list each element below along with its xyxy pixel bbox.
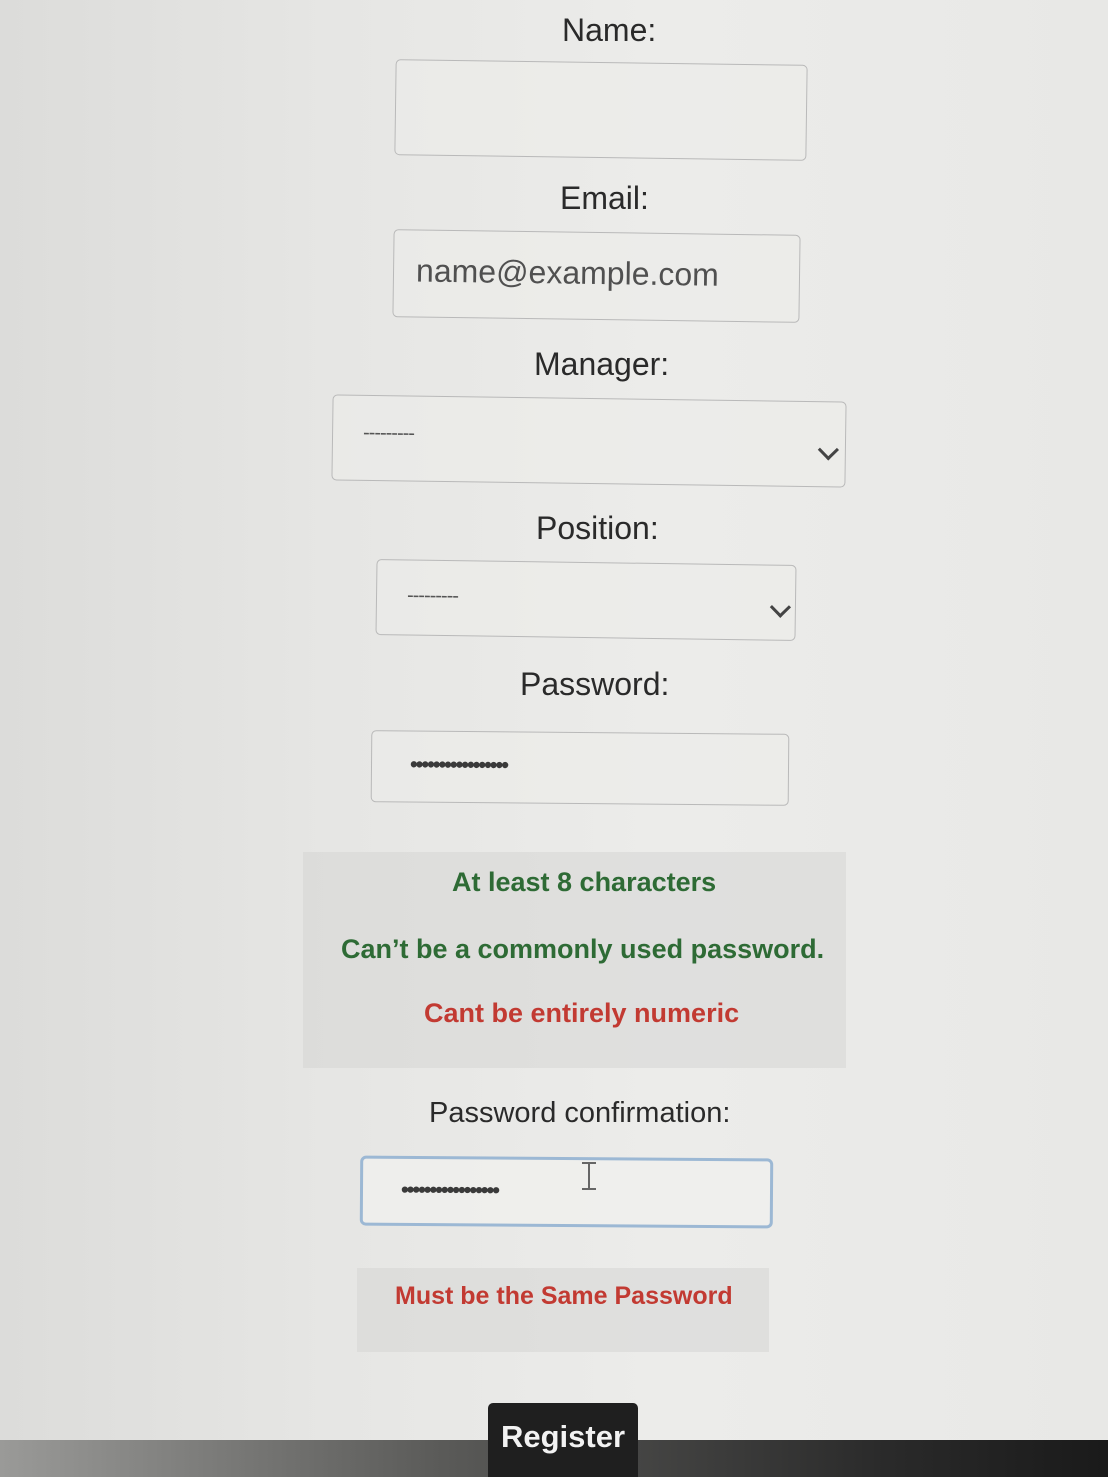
registration-form: Name: Email: name@example.com Manager: -… [0,0,1108,1477]
manager-selected-value: --------- [362,421,415,445]
name-label: Name: [562,12,657,48]
chevron-down-icon [817,439,840,461]
register-button[interactable]: Register [488,1403,638,1477]
password-input[interactable]: ••••••••••••••••• [370,730,790,806]
rule-not-numeric: Cant be entirely numeric [424,998,740,1028]
password-confirmation-label: Password confirmation: [429,1097,731,1129]
email-input[interactable]: name@example.com [392,229,801,323]
position-select[interactable]: --------- [375,559,797,641]
name-input[interactable] [394,59,808,161]
rule-not-common: Can’t be a commonly used password. [341,934,825,964]
confirmation-error-panel: Must be the Same Password [357,1268,769,1352]
position-label: Position: [536,510,659,546]
manager-label: Manager: [534,346,670,382]
rule-min-length: At least 8 characters [452,867,717,897]
password-label: Password: [520,666,670,702]
confirmation-error-message: Must be the Same Password [395,1282,733,1310]
password-confirmation-masked-value: ••••••••••••••••• [400,1176,499,1203]
email-label: Email: [560,180,649,216]
password-masked-value: ••••••••••••••••• [409,751,508,778]
text-cursor-icon [582,1162,596,1190]
password-rules-panel: At least 8 characters Can’t be a commonl… [303,852,846,1068]
chevron-down-icon [769,596,792,618]
email-placeholder: name@example.com [415,252,720,293]
password-confirmation-input[interactable]: ••••••••••••••••• [359,1155,774,1229]
position-selected-value: --------- [406,584,459,608]
manager-select[interactable]: --------- [331,394,847,488]
